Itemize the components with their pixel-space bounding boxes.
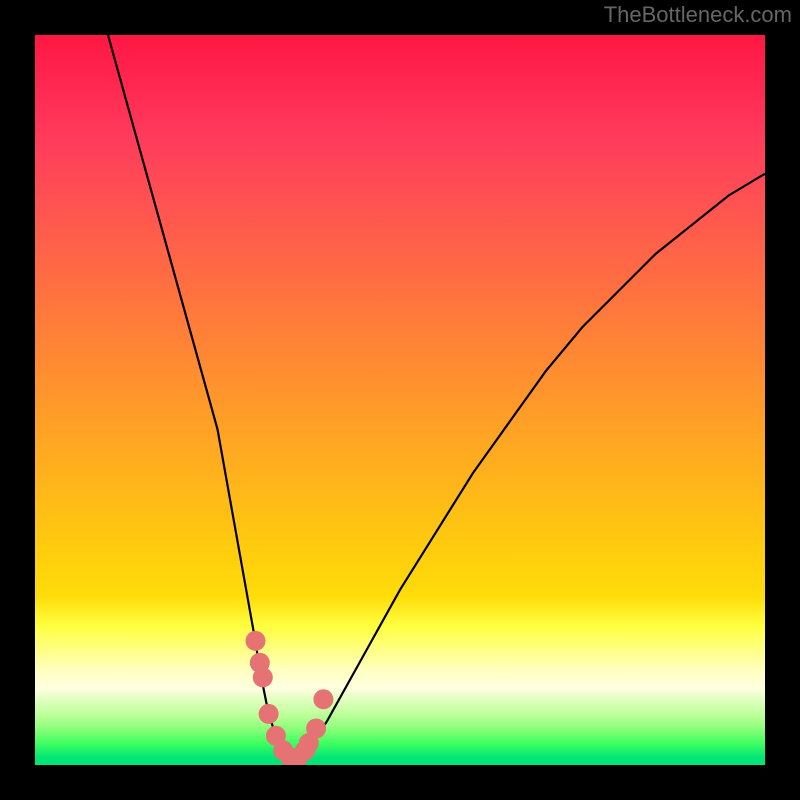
watermark-text: TheBottleneck.com	[604, 2, 792, 28]
highlight-points-group	[246, 631, 334, 765]
highlight-point	[253, 667, 273, 687]
highlight-point	[246, 631, 266, 651]
highlight-point	[259, 704, 279, 724]
highlight-point	[306, 719, 326, 739]
chart-plot-area	[35, 35, 765, 765]
chart-svg	[35, 35, 765, 765]
bottleneck-curve-line	[108, 35, 765, 758]
highlight-point	[313, 689, 333, 709]
